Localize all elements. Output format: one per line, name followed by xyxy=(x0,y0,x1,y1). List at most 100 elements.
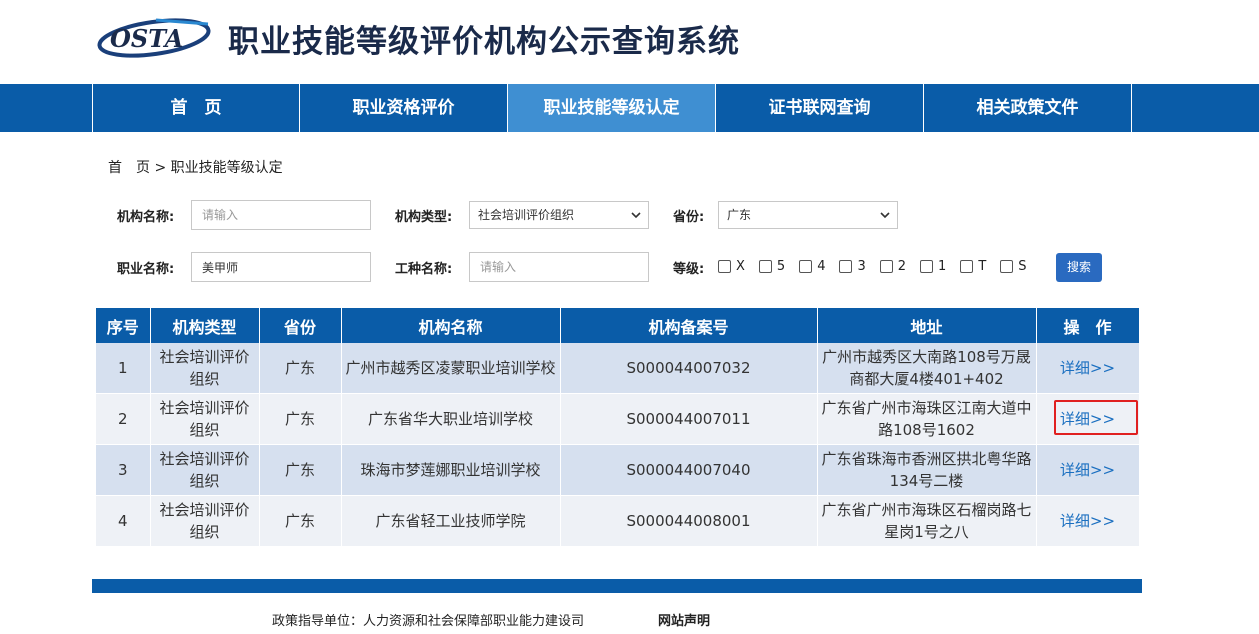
nav-divider xyxy=(1131,84,1132,132)
job-type-label: 工种名称: xyxy=(395,262,453,277)
site-title: 职业技能等级评价机构公示查询系统 xyxy=(228,24,740,60)
detail-link[interactable]: 详细>> xyxy=(1060,461,1115,479)
breadcrumb: 首 页 > 职业技能等级认定 xyxy=(108,160,283,176)
occupation-input[interactable] xyxy=(191,252,371,282)
col-header-province: 省份 xyxy=(259,308,342,343)
search-button[interactable]: 搜索 xyxy=(1056,253,1102,282)
org-type-select[interactable]: 社会培训评价组织 xyxy=(469,201,649,229)
occupation-label: 职业名称: xyxy=(117,262,175,277)
detail-link[interactable]: 详细>> xyxy=(1060,359,1115,377)
col-header-no: 序号 xyxy=(96,308,151,343)
cell-no: 1 xyxy=(96,343,151,394)
checkbox-label: 2 xyxy=(897,259,907,274)
province-select[interactable]: 广东 xyxy=(718,201,898,229)
table-row: 2 社会培训评价组织 广东 广东省华大职业培训学校 S000044007011 … xyxy=(96,393,1140,445)
footer-guide: 政策指导单位：人力资源和社会保障部职业能力建设司 xyxy=(272,614,585,629)
col-header-action: 操 作 xyxy=(1036,308,1140,343)
checkbox-label: X xyxy=(736,259,745,274)
checkbox-box[interactable] xyxy=(839,260,853,273)
cell-address: 广东省广州市海珠区石榴岗路七星岗1号之八 xyxy=(817,495,1037,547)
nav-skill-level[interactable]: 职业技能等级认定 xyxy=(507,84,715,132)
org-name-input[interactable] xyxy=(191,200,371,230)
cell-name: 珠海市梦莲娜职业培训学校 xyxy=(341,444,561,496)
level-label: 等级: xyxy=(673,262,705,277)
nav-home[interactable]: 首 页 xyxy=(92,84,299,132)
cell-code: S000044007011 xyxy=(560,393,818,445)
main-nav: 首 页 职业资格评价 职业技能等级认定 证书联网查询 相关政策文件 xyxy=(0,84,1259,132)
checkbox-label: S xyxy=(1018,259,1027,274)
col-header-name: 机构名称 xyxy=(341,308,561,343)
cell-action: 详细>> xyxy=(1036,343,1140,394)
cell-code: S000044008001 xyxy=(560,495,818,547)
level-checkbox-2[interactable]: 2 xyxy=(879,259,907,274)
province-label: 省份: xyxy=(673,210,705,225)
level-checkbox-1[interactable]: 1 xyxy=(920,259,946,274)
osta-logo: OSTA xyxy=(97,18,211,58)
table-row: 1 社会培训评价组织 广东 广州市越秀区凌蒙职业培训学校 S0000440070… xyxy=(96,343,1140,394)
col-header-address: 地址 xyxy=(817,308,1037,343)
cell-code: S000044007040 xyxy=(560,444,818,496)
nav-qualification[interactable]: 职业资格评价 xyxy=(299,84,507,132)
province-value: 广东 xyxy=(727,208,752,222)
col-header-code: 机构备案号 xyxy=(560,308,818,343)
cell-name: 广东省华大职业培训学校 xyxy=(341,393,561,445)
checkbox-box[interactable] xyxy=(920,260,934,273)
job-type-input[interactable] xyxy=(469,252,649,282)
level-checkbox-3[interactable]: 3 xyxy=(839,259,866,274)
level-checkboxes: X 5 4 3 2 1 T S xyxy=(718,259,1041,274)
cell-name: 广州市越秀区凌蒙职业培训学校 xyxy=(341,343,561,394)
highlight-box xyxy=(1054,400,1138,435)
cell-province: 广东 xyxy=(259,495,342,547)
checkbox-label: 3 xyxy=(857,259,866,274)
cell-address: 广东省珠海市香洲区拱北粤华路134号二楼 xyxy=(817,444,1037,496)
table-row: 3 社会培训评价组织 广东 珠海市梦莲娜职业培训学校 S000044007040… xyxy=(96,444,1140,496)
checkbox-box[interactable] xyxy=(879,260,893,273)
site-header: OSTA 职业技能等级评价机构公示查询系统 xyxy=(0,0,1259,84)
level-checkbox-t[interactable]: T xyxy=(960,259,986,274)
table-row: 4 社会培训评价组织 广东 广东省轻工业技师学院 S000044008001 广… xyxy=(96,495,1140,547)
cell-type: 社会培训评价组织 xyxy=(150,444,260,496)
level-checkbox-s[interactable]: S xyxy=(1000,259,1027,274)
checkbox-box[interactable] xyxy=(1000,260,1014,273)
cell-code: S000044007032 xyxy=(560,343,818,394)
cell-type: 社会培训评价组织 xyxy=(150,343,260,394)
org-type-value: 社会培训评价组织 xyxy=(478,208,575,222)
footer-bar xyxy=(92,579,1142,593)
table-header-row: 序号 机构类型 省份 机构名称 机构备案号 地址 操 作 xyxy=(96,308,1140,343)
checkbox-box[interactable] xyxy=(758,260,772,273)
cell-address: 广州市越秀区大南路108号万晟商都大厦4楼401+402 xyxy=(817,343,1037,394)
checkbox-label: T xyxy=(978,259,987,274)
cell-address: 广东省广州市海珠区江南大道中路108号1602 xyxy=(817,393,1037,445)
cell-action: 详细>> xyxy=(1036,495,1140,547)
level-checkbox-x[interactable]: X xyxy=(718,259,745,274)
nav-certificate[interactable]: 证书联网查询 xyxy=(715,84,923,132)
cell-province: 广东 xyxy=(259,343,342,394)
footer-statement-link[interactable]: 网站声明 xyxy=(658,610,710,629)
checkbox-box[interactable] xyxy=(960,260,974,273)
chevron-down-icon xyxy=(631,212,641,219)
cell-type: 社会培训评价组织 xyxy=(150,393,260,445)
cell-no: 2 xyxy=(96,393,151,445)
chevron-down-icon xyxy=(880,212,890,219)
checkbox-box[interactable] xyxy=(799,260,813,273)
nav-policy[interactable]: 相关政策文件 xyxy=(923,84,1131,132)
cell-no: 3 xyxy=(96,444,151,496)
detail-link[interactable]: 详细>> xyxy=(1060,512,1115,530)
col-header-type: 机构类型 xyxy=(150,308,260,343)
checkbox-box[interactable] xyxy=(718,260,731,273)
cell-name: 广东省轻工业技师学院 xyxy=(341,495,561,547)
cell-type: 社会培训评价组织 xyxy=(150,495,260,547)
org-name-label: 机构名称: xyxy=(117,210,175,225)
cell-action: 详细>> xyxy=(1036,444,1140,496)
cell-province: 广东 xyxy=(259,444,342,496)
checkbox-label: 1 xyxy=(938,259,947,274)
cell-province: 广东 xyxy=(259,393,342,445)
svg-text:OSTA: OSTA xyxy=(110,24,183,53)
checkbox-label: 5 xyxy=(776,259,786,274)
results-table: 序号 机构类型 省份 机构名称 机构备案号 地址 操 作 1 社会培训评价组织 … xyxy=(96,308,1140,547)
level-checkbox-5[interactable]: 5 xyxy=(758,259,786,274)
cell-no: 4 xyxy=(96,495,151,547)
checkbox-label: 4 xyxy=(817,259,826,274)
level-checkbox-4[interactable]: 4 xyxy=(799,259,825,274)
org-type-label: 机构类型: xyxy=(395,210,453,225)
